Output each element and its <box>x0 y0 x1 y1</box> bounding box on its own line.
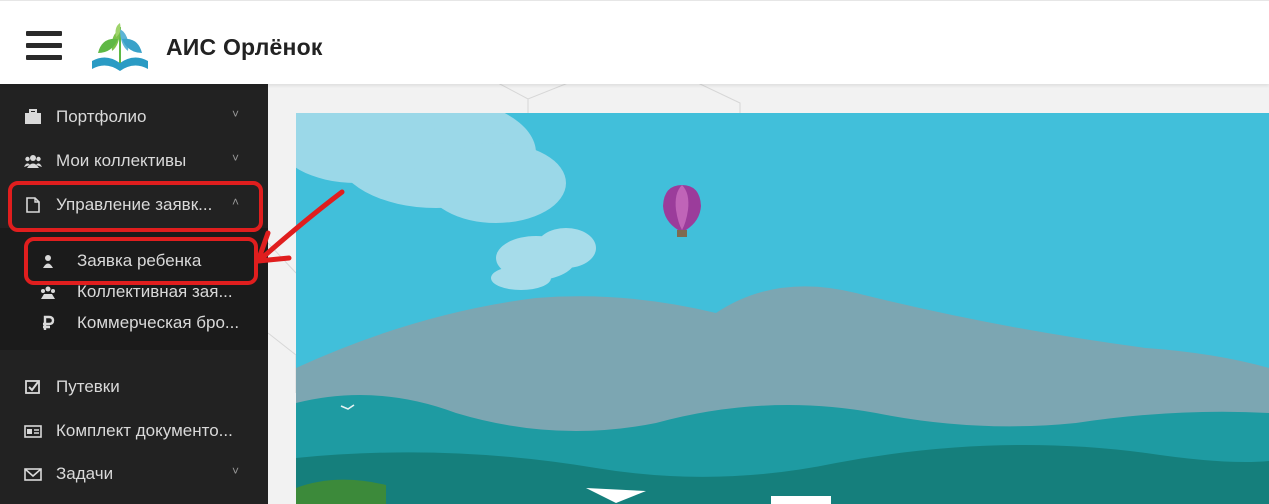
group-icon <box>41 286 55 299</box>
sidebar-item-document-set[interactable]: Комплект документо... <box>0 411 268 451</box>
sidebar-item-label: Мои коллективы <box>56 151 187 170</box>
id-card-icon <box>24 425 42 438</box>
ruble-icon <box>43 315 55 330</box>
chevron-down-icon: ˅ <box>232 107 240 121</box>
submenu-item-label: Коммерческая бро... <box>77 313 240 332</box>
sidebar-item-my-collectives[interactable]: Мои коллективы ˅ <box>0 141 268 181</box>
submenu-item-child-application[interactable]: Заявка ребенка <box>0 246 268 276</box>
sidebar-item-label: Портфолио <box>56 107 147 126</box>
top-header: АИС Орлёнок <box>0 0 1269 84</box>
sidebar-item-vouchers[interactable]: Путевки <box>0 367 268 407</box>
chevron-down-icon: ˅ <box>232 151 240 165</box>
hamburger-icon[interactable] <box>26 31 62 61</box>
sidebar-item-label: Путевки <box>56 377 120 396</box>
user-icon <box>43 255 53 268</box>
sidebar-item-label: Управление заявк... <box>56 195 213 214</box>
submenu-item-label: Заявка ребенка <box>77 251 202 270</box>
chevron-up-icon: ˄ <box>232 195 240 209</box>
sidebar-item-label: Задачи <box>56 464 114 483</box>
briefcase-icon <box>25 109 41 124</box>
submenu-item-collective-application[interactable]: Коллективная зая... <box>0 277 268 307</box>
book-leaves-logo[interactable] <box>88 17 152 77</box>
file-icon <box>26 197 40 213</box>
sidebar-item-portfolio[interactable]: Портфолио ˅ <box>0 97 268 137</box>
submenu-applications: Заявка ребенка Коллективная зая... Комме… <box>0 228 268 350</box>
users-icon <box>24 155 42 168</box>
sidebar: Портфолио ˅ Мои коллективы ˅ Управление … <box>0 83 268 504</box>
sidebar-item-label: Комплект документо... <box>56 421 233 440</box>
envelope-icon <box>24 468 42 481</box>
chevron-down-icon: ˅ <box>232 464 240 478</box>
checkbox-icon <box>25 380 40 394</box>
hero-illustration <box>296 113 1269 504</box>
app-title: АИС Орлёнок <box>166 34 323 60</box>
sidebar-item-application-management[interactable]: Управление заявк... ˄ <box>0 185 268 225</box>
submenu-item-label: Коллективная зая... <box>77 282 233 301</box>
main-content <box>268 83 1269 504</box>
submenu-item-commercial-booking[interactable]: Коммерческая бро... <box>0 308 268 338</box>
sidebar-item-tasks[interactable]: Задачи ˅ <box>0 454 268 494</box>
